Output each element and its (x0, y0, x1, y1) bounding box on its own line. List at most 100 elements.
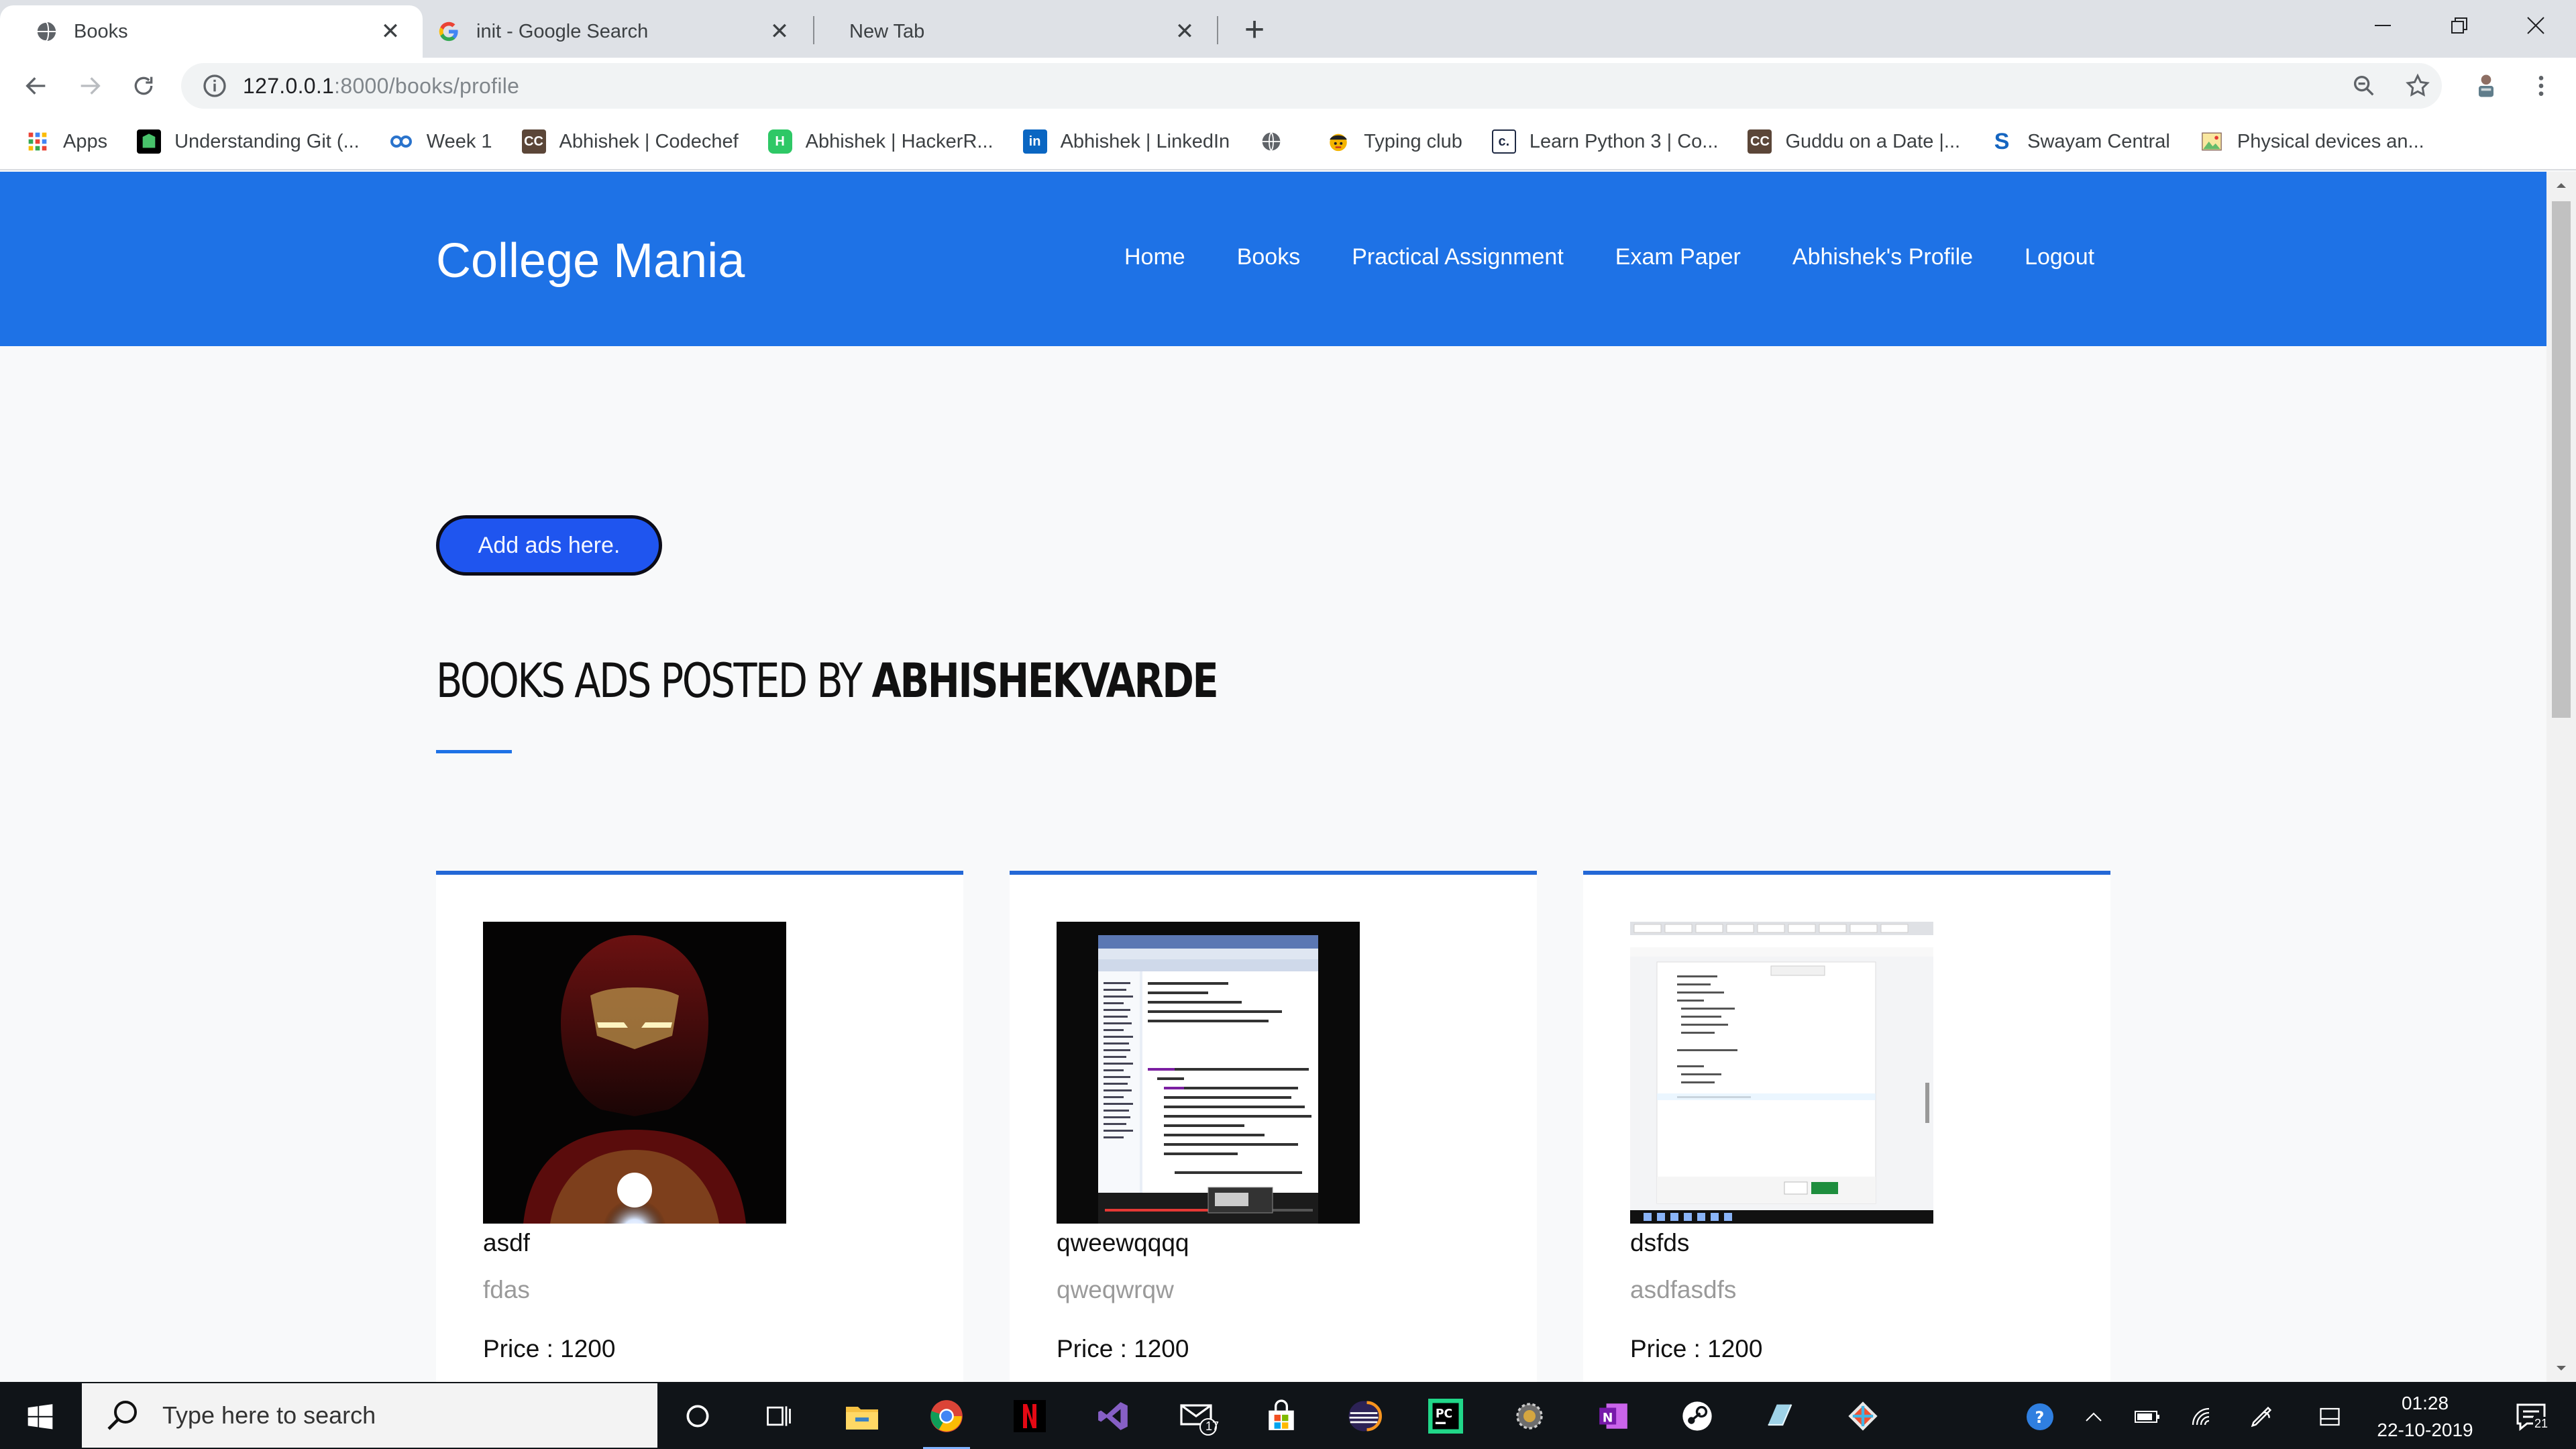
eclipse-icon[interactable] (1340, 1393, 1387, 1440)
nav-practical-assignment[interactable]: Practical Assignment (1352, 244, 1564, 270)
profile-avatar-icon[interactable] (2467, 67, 2505, 105)
nav-profile[interactable]: Abhishek's Profile (1792, 244, 1973, 270)
help-icon[interactable]: ? (2023, 1402, 2057, 1432)
bookmark-label: Swayam Central (2027, 130, 2170, 152)
pen-icon[interactable] (2245, 1402, 2278, 1432)
bookmark-codechef[interactable]: CC Abhishek | Codechef (521, 129, 739, 154)
nav-logout[interactable]: Logout (2025, 244, 2094, 270)
url-path: :8000/books/profile (334, 73, 520, 98)
windows-start-icon[interactable] (13, 1397, 67, 1437)
card-title[interactable]: qweewqqqq (1057, 1229, 1189, 1257)
bookmark-linkedin[interactable]: in Abhishek | LinkedIn (1022, 129, 1230, 154)
close-tab-icon[interactable]: ✕ (766, 18, 793, 45)
new-tab-plus-icon[interactable]: + (1234, 9, 1275, 50)
address-bar[interactable]: 127.0.0.1:8000/books/profile (181, 63, 2442, 109)
nav-exam-paper[interactable]: Exam Paper (1615, 244, 1741, 270)
chrome-icon[interactable] (923, 1393, 970, 1449)
swayam-icon: S (1994, 128, 2010, 154)
nav-home[interactable]: Home (1124, 244, 1185, 270)
bookmark-typing-club[interactable]: Typing club (1326, 129, 1462, 154)
scroll-down-arrow-icon[interactable] (2546, 1355, 2576, 1382)
bookmark-star-icon[interactable] (2399, 67, 2436, 105)
book-ad-card[interactable]: asdf fdas Price : 1200 (436, 871, 963, 1382)
tab-new-tab[interactable]: New Tab ✕ (814, 5, 1217, 58)
battery-icon[interactable] (2131, 1402, 2164, 1432)
tab-books[interactable]: Books ✕ (0, 5, 423, 58)
back-arrow-icon[interactable] (16, 66, 56, 106)
scroll-up-arrow-icon[interactable] (2546, 172, 2576, 199)
settings-gear-icon[interactable] (1506, 1393, 1553, 1440)
zoom-icon[interactable] (2345, 67, 2383, 105)
bookmark-hackerrank[interactable]: H Abhishek | HackerR... (767, 129, 994, 154)
bookmark-swayam[interactable]: S Swayam Central (1990, 129, 2170, 154)
minimize-icon[interactable] (2345, 0, 2420, 51)
url-text: 127.0.0.1:8000/books/profile (243, 74, 519, 99)
store-icon[interactable] (1258, 1393, 1305, 1440)
mail-icon[interactable]: 17 (1174, 1393, 1221, 1440)
forward-arrow-icon[interactable] (70, 66, 110, 106)
close-tab-icon[interactable]: ✕ (377, 18, 404, 45)
card-subtitle: qweqwrqw (1057, 1276, 1174, 1303)
page-scrollbar[interactable] (2546, 172, 2576, 1382)
bookmark-learn-python[interactable]: c. Learn Python 3 | Co... (1491, 129, 1719, 154)
taskbar-search-box[interactable]: Type here to search (82, 1383, 657, 1448)
nav-books[interactable]: Books (1237, 244, 1301, 270)
notifications-icon[interactable]: 21 (2508, 1402, 2555, 1432)
book-ad-card[interactable]: dsfds asdfasdfs Price : 1200 (1583, 871, 2110, 1382)
bookmark-label: Abhishek | Codechef (559, 130, 739, 152)
card-price: Price : 1200 (483, 1335, 616, 1362)
nav-links: Home Books Practical Assignment Exam Pap… (1124, 244, 2146, 270)
file-explorer-icon[interactable] (839, 1393, 885, 1440)
hackerrank-icon: H (767, 129, 792, 154)
bookmarks-bar: Apps Understanding Git (... Week 1 CC Ab… (0, 114, 2576, 170)
bookmark-label: Week 1 (426, 130, 492, 152)
tab-title: init - Google Search (476, 20, 649, 42)
close-window-icon[interactable] (2498, 0, 2573, 51)
bookmark-physical-devices[interactable]: Physical devices an... (2200, 129, 2424, 154)
scrollbar-thumb[interactable] (2552, 201, 2571, 718)
clock-date: 22-10-2019 (2377, 1419, 2473, 1440)
heading-username: ABHISHEKVARDE (871, 653, 1219, 708)
system-clock[interactable]: 01:28 22-10-2019 (2361, 1390, 2489, 1444)
browser-toolbar: 127.0.0.1:8000/books/profile (0, 58, 2576, 114)
onenote-icon[interactable]: N (1590, 1393, 1637, 1440)
tab-google-search[interactable]: init - Google Search ✕ (423, 5, 812, 58)
iron-man-image[interactable] (483, 922, 786, 1224)
coursera-icon (389, 129, 413, 154)
editor-screenshot-image[interactable] (1630, 922, 1933, 1224)
wifi-icon[interactable] (2184, 1402, 2218, 1432)
card-title[interactable]: dsfds (1630, 1229, 1689, 1257)
info-icon[interactable] (201, 72, 228, 99)
codecademy-icon: c. (1491, 129, 1516, 154)
bookmark-label: Guddu on a Date |... (1785, 130, 1961, 152)
page-content: College Mania Home Books Practical Assig… (0, 172, 2546, 1382)
bookmark-guddu-on-a-date[interactable]: CC Guddu on a Date |... (1748, 129, 1960, 154)
bookmark-week-1[interactable]: Week 1 (389, 129, 492, 154)
restore-icon[interactable] (2422, 0, 2497, 51)
codechef-icon: CC (1748, 129, 1772, 154)
typing-club-icon (1326, 129, 1350, 154)
add-ads-button[interactable]: Add ads here. (436, 515, 662, 576)
close-tab-icon[interactable]: ✕ (1171, 18, 1198, 45)
bookmark-understanding-git[interactable]: Understanding Git (... (137, 129, 360, 154)
pycharm-icon[interactable]: PC (1422, 1393, 1469, 1440)
ide-screenshot-image[interactable] (1057, 922, 1360, 1224)
site-brand[interactable]: College Mania (436, 233, 745, 288)
tray-chevron-up-icon[interactable] (2077, 1402, 2110, 1432)
notes-app-icon[interactable] (1756, 1393, 1803, 1440)
book-ad-card[interactable]: qweewqqqq qweqwrqw Price : 1200 (1010, 871, 1537, 1382)
more-menu-icon[interactable] (2522, 67, 2560, 105)
cortana-icon[interactable] (674, 1393, 721, 1440)
bookmark-label: Understanding Git (... (174, 130, 360, 152)
steam-icon[interactable] (1674, 1393, 1721, 1440)
bookmark-apps[interactable]: Apps (25, 129, 107, 154)
card-title[interactable]: asdf (483, 1229, 530, 1257)
task-view-icon[interactable] (755, 1393, 802, 1440)
visual-studio-icon[interactable] (1090, 1393, 1137, 1440)
bookmark-label: Learn Python 3 | Co... (1529, 130, 1719, 152)
reload-icon[interactable] (123, 66, 164, 106)
netflix-icon[interactable] (1006, 1393, 1053, 1440)
git-kraken-icon[interactable] (1839, 1393, 1886, 1440)
touch-keyboard-icon[interactable] (2313, 1402, 2347, 1432)
bookmark-globe[interactable] (1259, 129, 1297, 154)
